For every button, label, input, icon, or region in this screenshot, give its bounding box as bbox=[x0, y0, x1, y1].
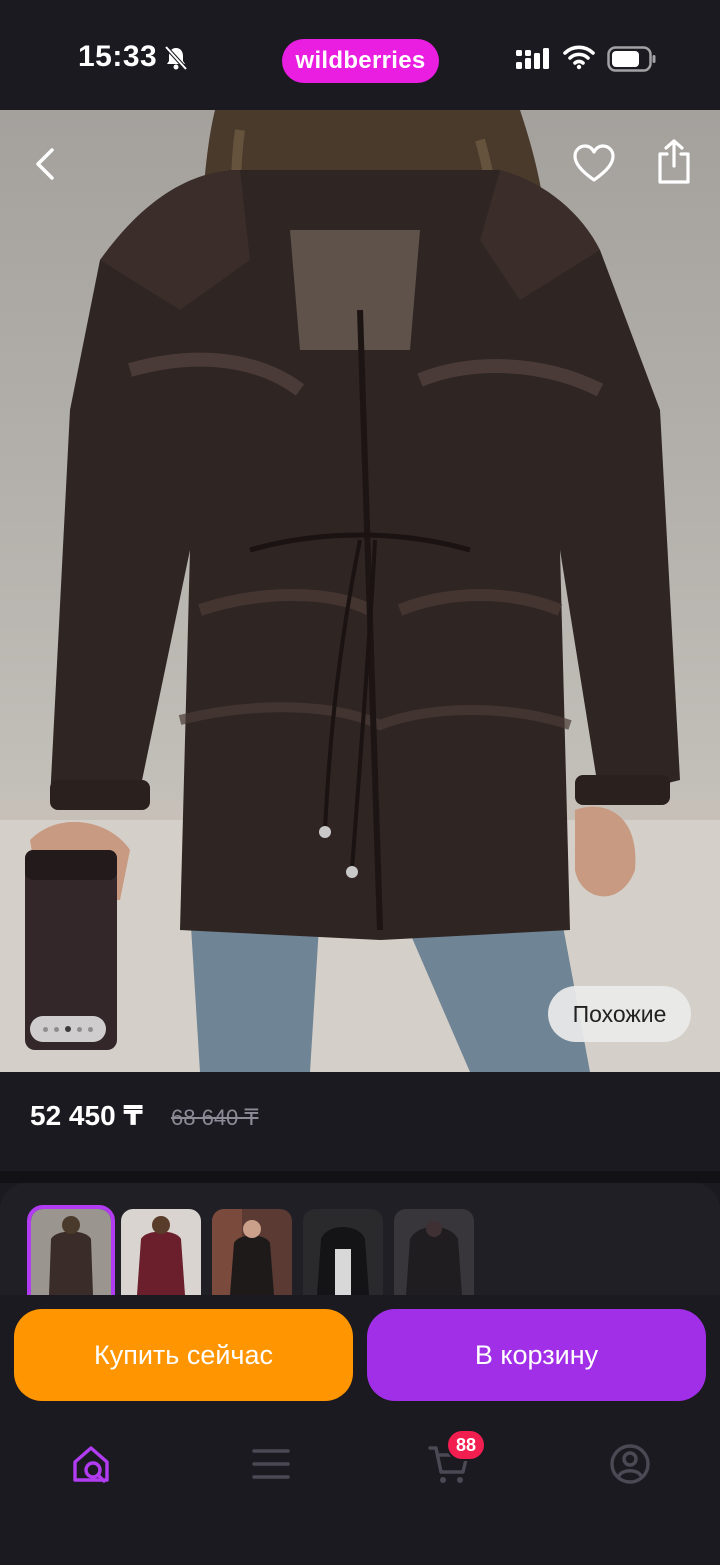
add-to-cart-button[interactable]: В корзину bbox=[367, 1309, 706, 1401]
color-variants bbox=[0, 1183, 720, 1299]
variant-image bbox=[212, 1209, 292, 1295]
favorite-button[interactable] bbox=[570, 140, 618, 188]
variant-image bbox=[121, 1209, 201, 1295]
gallery-dot bbox=[43, 1026, 48, 1032]
cart-count-badge: 88 bbox=[446, 1429, 486, 1461]
nav-home[interactable] bbox=[66, 1439, 116, 1489]
gallery-dot bbox=[77, 1026, 82, 1032]
variant-image bbox=[31, 1209, 111, 1295]
bell-muted-icon bbox=[164, 45, 188, 71]
share-icon bbox=[658, 139, 690, 184]
nav-profile[interactable] bbox=[605, 1439, 655, 1489]
product-photo-illustration bbox=[0, 110, 720, 1072]
profile-icon bbox=[610, 1444, 650, 1484]
variant-image bbox=[303, 1209, 383, 1295]
share-button[interactable] bbox=[650, 138, 698, 186]
section-divider bbox=[0, 1171, 720, 1183]
old-price: 68 640 ₸ bbox=[171, 1105, 259, 1130]
gallery-dot-active bbox=[65, 1026, 71, 1032]
heart-icon bbox=[573, 144, 615, 182]
chevron-left-icon bbox=[36, 148, 54, 180]
bottom-navigation: 88 bbox=[0, 1415, 720, 1565]
battery-icon bbox=[607, 46, 656, 72]
back-button[interactable] bbox=[22, 140, 70, 188]
price-card: 52 450 ₸ 68 640 ₸ bbox=[0, 1072, 720, 1171]
variant-thumbnail-selected[interactable] bbox=[27, 1205, 115, 1299]
variant-image bbox=[394, 1209, 474, 1295]
variant-thumbnail[interactable] bbox=[121, 1209, 201, 1295]
gallery-dot bbox=[88, 1026, 93, 1032]
gallery-pagination bbox=[30, 1016, 106, 1042]
wifi-icon bbox=[563, 45, 595, 70]
brand-logo[interactable]: wildberries bbox=[282, 39, 439, 83]
cellular-signal-icon bbox=[516, 48, 549, 69]
nav-catalog[interactable] bbox=[246, 1439, 296, 1489]
similar-button[interactable]: Похожие bbox=[548, 986, 691, 1042]
variant-thumbnail[interactable] bbox=[212, 1209, 292, 1295]
product-page: 15:33 wildberries Похожие 52 450 ₸ 68 64… bbox=[0, 0, 720, 1565]
variant-thumbnail[interactable] bbox=[303, 1209, 383, 1295]
variant-thumbnail[interactable] bbox=[394, 1209, 474, 1295]
product-photo[interactable]: Похожие bbox=[0, 110, 720, 1072]
buy-now-button[interactable]: Купить сейчас bbox=[14, 1309, 353, 1401]
status-time: 15:33 bbox=[78, 40, 158, 73]
action-bar: Купить сейчас В корзину bbox=[0, 1295, 720, 1415]
home-search-icon bbox=[73, 1446, 109, 1483]
status-bar: 15:33 wildberries bbox=[0, 0, 720, 110]
gallery-dot bbox=[54, 1026, 59, 1032]
current-price: 52 450 ₸ bbox=[30, 1100, 143, 1131]
menu-icon bbox=[252, 1449, 290, 1479]
